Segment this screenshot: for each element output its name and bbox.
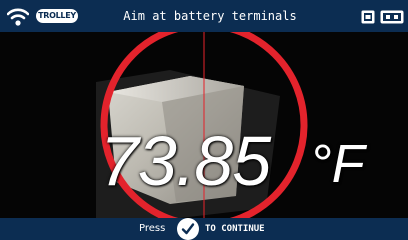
page-title: Aim at battery terminals	[123, 9, 297, 23]
continue-label: TO CONTINUE	[205, 224, 265, 234]
trolley-badge: TROLLEY	[36, 9, 78, 23]
press-label: Press	[139, 223, 166, 234]
temperature-unit: °F	[310, 134, 365, 194]
wifi-icon	[7, 8, 29, 26]
camera-view: 73.85 °F	[0, 32, 408, 218]
sd-card-icon	[361, 10, 375, 24]
temperature-value: 73.85	[100, 122, 271, 200]
temperature-readout: 73.85 °F	[60, 121, 380, 201]
status-bar: TROLLEY Aim at battery terminals	[0, 0, 408, 32]
device-screen: TROLLEY Aim at battery terminals 73.85 °…	[0, 0, 408, 240]
check-icon	[181, 223, 195, 235]
battery-icon	[380, 10, 404, 24]
continue-button[interactable]	[177, 218, 199, 240]
footer-bar: Press TO CONTINUE	[0, 218, 408, 240]
